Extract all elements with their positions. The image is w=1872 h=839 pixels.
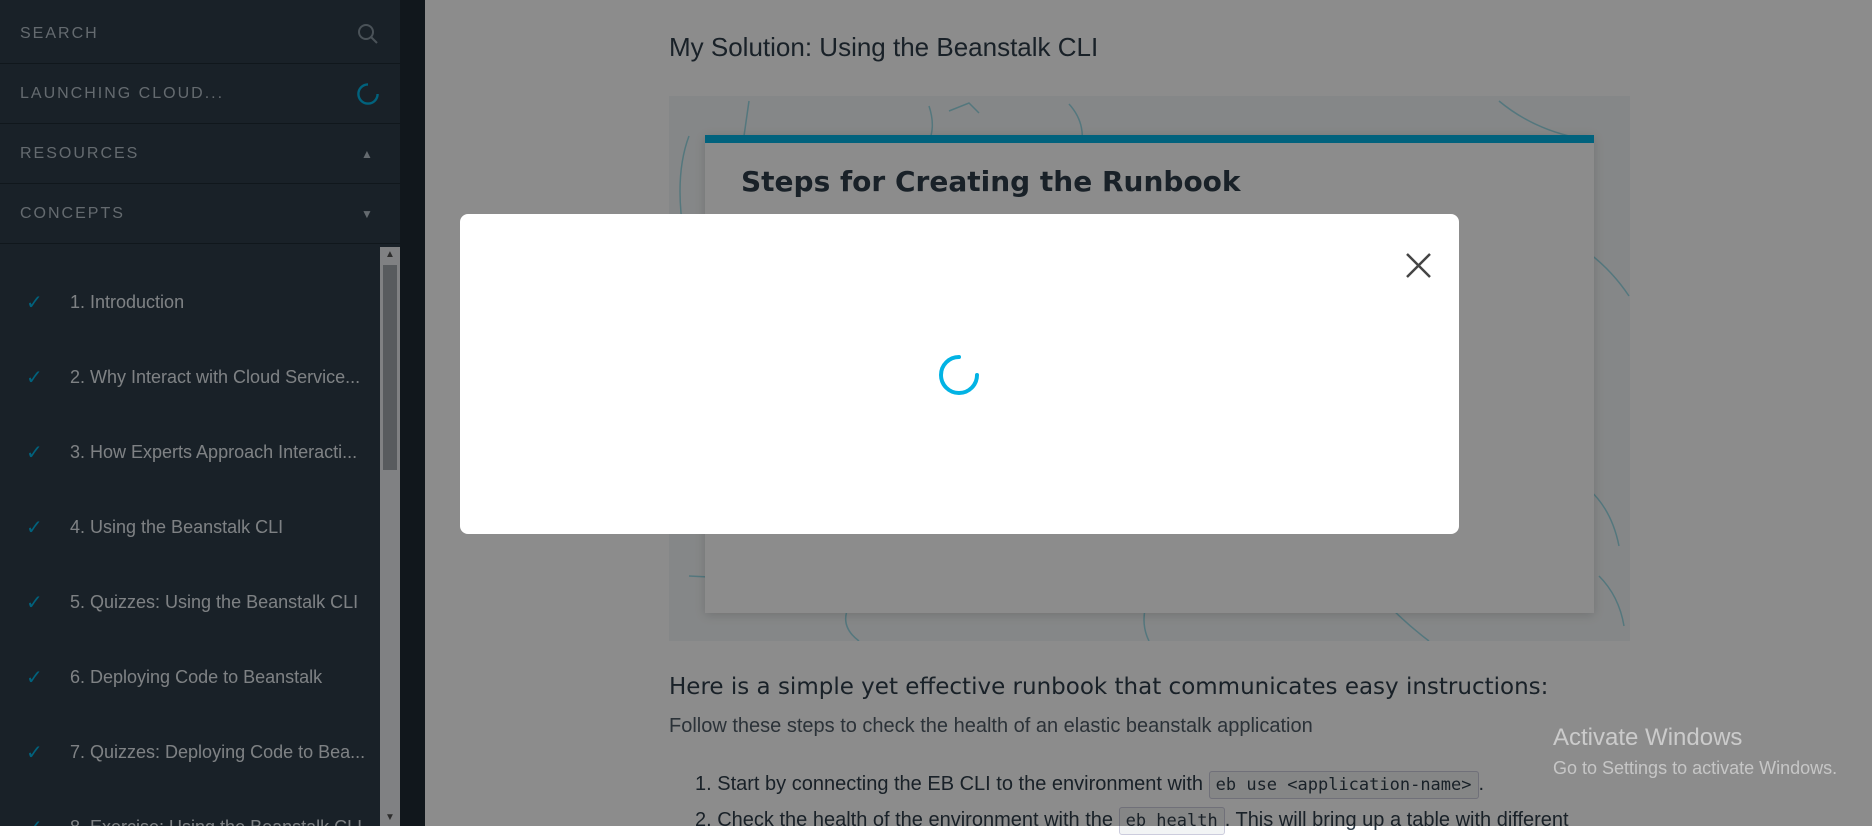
close-icon[interactable] — [1397, 244, 1437, 284]
windows-activation-title: Activate Windows — [1553, 724, 1743, 751]
windows-activation-subtitle: Go to Settings to activate Windows. — [1553, 758, 1838, 778]
loading-spinner-icon — [938, 354, 980, 396]
loading-modal — [460, 214, 1459, 534]
